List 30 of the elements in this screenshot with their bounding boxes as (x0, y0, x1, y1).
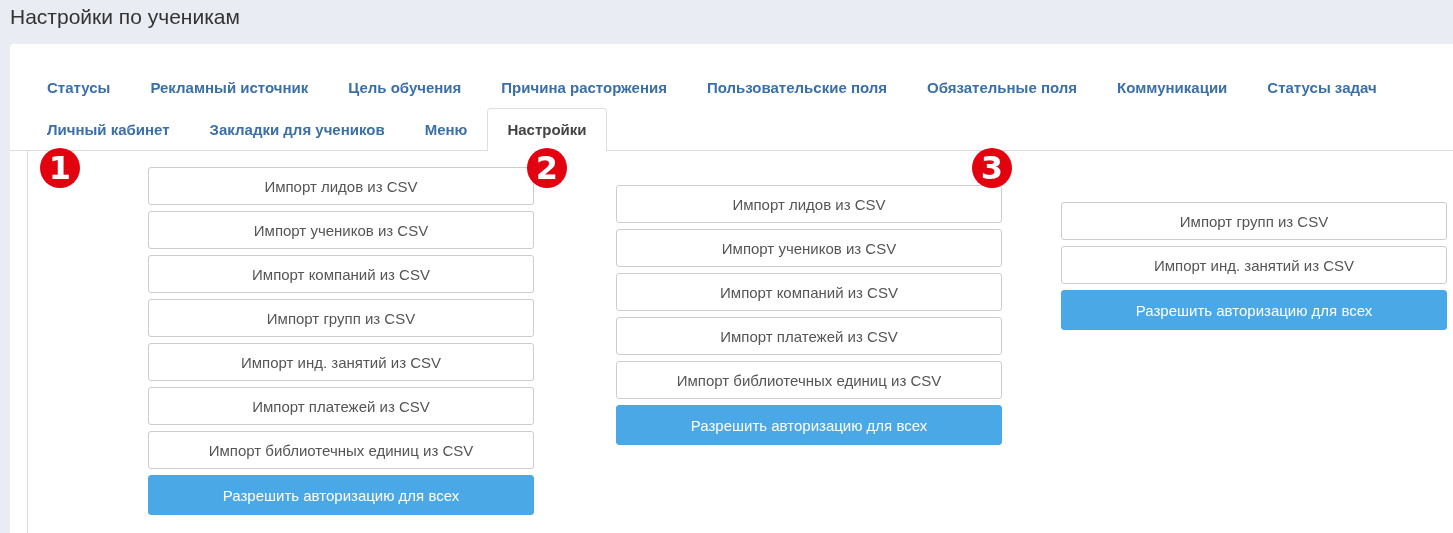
import-button[interactable]: Импорт компаний из CSV (616, 273, 1002, 311)
tab[interactable]: Рекламный источник (130, 66, 329, 108)
tab[interactable]: Личный кабинет (27, 108, 190, 150)
tab[interactable]: Закладки для учеников (189, 108, 405, 150)
tab[interactable]: Меню (404, 108, 488, 150)
import-button[interactable]: Импорт компаний из CSV (148, 255, 534, 293)
tab[interactable]: Статусы задач (1247, 66, 1397, 108)
tab[interactable]: Обязательные поля (907, 66, 1098, 108)
number-marker: 1 (40, 148, 80, 188)
number-marker: 2 (527, 148, 567, 188)
import-button[interactable]: Импорт платежей из CSV (616, 317, 1002, 355)
tab[interactable]: Цель обучения (328, 66, 482, 108)
import-button[interactable]: Импорт групп из CSV (1061, 202, 1447, 240)
import-button[interactable]: Импорт лидов из CSV (616, 185, 1002, 223)
import-button[interactable]: Импорт библиотечных единиц из CSV (616, 361, 1002, 399)
import-button[interactable]: Импорт инд. занятий из CSV (148, 343, 534, 381)
import-button[interactable]: Импорт библиотечных единиц из CSV (148, 431, 534, 469)
tab[interactable]: Коммуникации (1097, 66, 1248, 108)
tab[interactable]: Настройки (487, 108, 607, 151)
import-button[interactable]: Импорт лидов из CSV (148, 167, 534, 205)
number-marker: 3 (972, 148, 1012, 188)
tab[interactable]: Причина расторжения (481, 66, 687, 108)
tab[interactable]: Пользовательские поля (686, 66, 908, 108)
page-title: Настройки по ученикам (9, 4, 241, 30)
import-button[interactable]: Импорт групп из CSV (148, 299, 534, 337)
import-button[interactable]: Импорт учеников из CSV (616, 229, 1002, 267)
import-button[interactable]: Импорт учеников из CSV (148, 211, 534, 249)
import-button[interactable]: Импорт инд. занятий из CSV (1061, 246, 1447, 284)
tab[interactable]: Статусы (27, 66, 131, 108)
import-button[interactable]: Импорт платежей из CSV (148, 387, 534, 425)
